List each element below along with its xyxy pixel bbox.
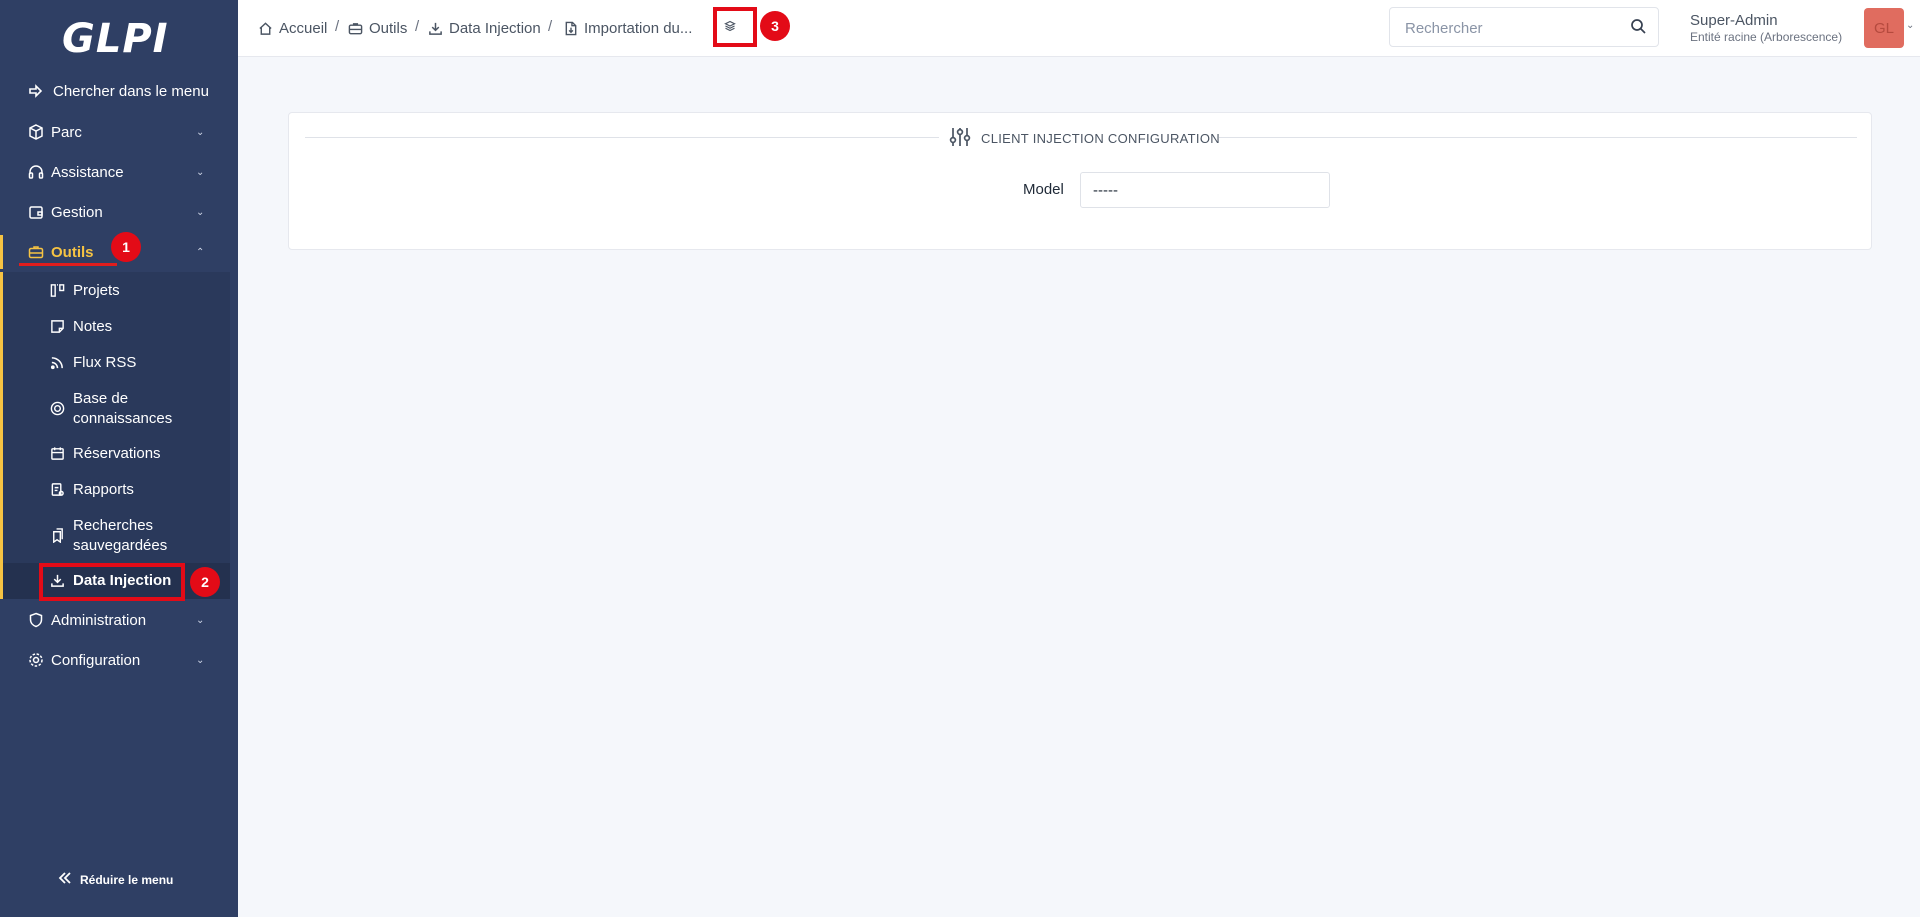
card-title-text: CLIENT INJECTION CONFIGURATION — [981, 130, 1220, 146]
divider-left — [305, 137, 939, 138]
note-icon — [48, 317, 66, 335]
wallet-icon — [27, 203, 45, 221]
submenu-item-label: Recherches sauvegardées — [73, 517, 168, 554]
breadcrumb-outils[interactable]: Outils — [348, 0, 407, 56]
sidebar-item-assistance[interactable]: Assistance ⌄ — [0, 155, 238, 189]
breadcrumb-label: Data Injection — [449, 19, 541, 37]
submenu-item-label: Flux RSS — [73, 354, 137, 371]
gear-icon — [27, 651, 45, 669]
shield-icon — [27, 611, 45, 629]
file-import-icon — [564, 21, 578, 36]
bookmarks-icon — [48, 526, 66, 544]
submenu-item-label: Projets — [73, 282, 120, 299]
submenu-item-base-connaissances[interactable]: Base de connaissances — [3, 389, 230, 433]
chevron-up-icon: ⌃ — [196, 246, 205, 258]
global-search[interactable] — [1389, 7, 1659, 48]
client-injection-config-card: CLIENT INJECTION CONFIGURATION Model ---… — [288, 112, 1872, 250]
report-icon — [48, 480, 66, 498]
submenu-item-flux-rss[interactable]: Flux RSS — [3, 353, 230, 387]
sidebar-item-label: Gestion — [51, 203, 103, 221]
model-select[interactable]: ----- — [1080, 172, 1330, 208]
menu-search-link[interactable]: Chercher dans le menu — [0, 74, 238, 108]
chevron-down-icon: ⌄ — [196, 126, 205, 138]
download-icon — [428, 21, 443, 36]
user-name[interactable]: Super-Admin — [1690, 12, 1778, 29]
rss-icon — [48, 353, 66, 371]
box-icon — [27, 123, 45, 141]
submenu-item-reservations[interactable]: Réservations — [3, 444, 230, 478]
double-chevron-left-icon — [58, 872, 72, 887]
sidebar-item-label: Outils — [51, 243, 94, 261]
breadcrumb-label: Accueil — [279, 19, 328, 37]
search-input[interactable] — [1390, 8, 1637, 48]
model-label: Model — [1023, 181, 1064, 198]
collapse-menu-button[interactable]: Réduire le menu — [58, 872, 173, 887]
annotation-box-data-injection — [39, 563, 185, 601]
sidebar-item-configuration[interactable]: Configuration ⌄ — [0, 643, 238, 677]
annotation-marker-3: 3 — [760, 11, 790, 41]
sidebar: GLPI Chercher dans le menu Parc ⌄ Assist… — [0, 0, 238, 917]
breadcrumb-data-injection[interactable]: Data Injection — [428, 0, 541, 56]
briefcase-icon — [27, 243, 45, 261]
chevron-down-icon: ⌄ — [196, 614, 205, 626]
submenu-item-label: Notes — [73, 318, 113, 335]
outils-submenu: Projets Notes Flux RSS Base de connaissa… — [0, 272, 233, 599]
collapse-menu-label: Réduire le menu — [80, 872, 174, 887]
submenu-item-notes[interactable]: Notes — [3, 317, 230, 351]
submenu-item-rapports[interactable]: Rapports — [3, 480, 230, 514]
home-icon — [258, 21, 273, 36]
avatar[interactable]: GL — [1864, 8, 1904, 48]
submenu-item-projets[interactable]: Projets — [3, 281, 230, 315]
lifebuoy-icon — [48, 399, 66, 417]
breadcrumb-accueil[interactable]: Accueil — [258, 0, 327, 56]
sidebar-item-label: Configuration — [51, 651, 141, 669]
divider-right — [1219, 137, 1857, 138]
breadcrumb-importation[interactable]: Importation du... — [564, 0, 692, 56]
glpi-logo[interactable]: GLPI — [62, 14, 172, 64]
user-entity[interactable]: Entité racine (Arborescence) — [1690, 30, 1842, 44]
sidebar-item-gestion[interactable]: Gestion ⌄ — [0, 195, 238, 229]
annotation-marker-1: 1 — [111, 232, 141, 262]
search-icon[interactable] — [1630, 18, 1646, 39]
submenu-item-recherches-sauvegardees[interactable]: Recherches sauvegardées — [3, 516, 230, 560]
sidebar-scrollbar[interactable] — [230, 0, 238, 917]
submenu-item-label: Réservations — [73, 445, 161, 462]
top-header: Accueil / Outils / Data Injection / Impo… — [238, 0, 1920, 57]
headset-icon — [27, 163, 45, 181]
arrow-right-to-bracket-icon — [27, 82, 45, 100]
breadcrumb-label: Outils — [369, 19, 408, 37]
chevron-down-icon[interactable]: ⌄ — [1906, 20, 1914, 31]
breadcrumb-label: Importation du... — [584, 19, 693, 37]
sidebar-item-parc[interactable]: Parc ⌄ — [0, 115, 238, 149]
annotation-underline — [19, 263, 117, 266]
card-title: CLIENT INJECTION CONFIGURATION — [949, 127, 1220, 149]
breadcrumb-separator: / — [415, 18, 420, 35]
sidebar-item-label: Parc — [51, 123, 82, 141]
chevron-down-icon: ⌄ — [196, 166, 205, 178]
submenu-item-label: Rapports — [73, 481, 134, 498]
kanban-icon — [48, 281, 66, 299]
sliders-icon — [949, 126, 971, 151]
sidebar-item-label: Assistance — [51, 163, 124, 181]
sidebar-item-administration[interactable]: Administration ⌄ — [0, 603, 238, 637]
breadcrumb-separator: / — [335, 18, 340, 35]
menu-search-label: Chercher dans le menu — [53, 82, 209, 100]
chevron-down-icon: ⌄ — [196, 206, 205, 218]
chevron-down-icon: ⌄ — [196, 654, 205, 666]
briefcase-icon — [348, 21, 363, 36]
calendar-icon — [48, 444, 66, 462]
submenu-item-label: Base de connaissances — [73, 390, 173, 427]
annotation-box-layers — [713, 7, 757, 47]
sidebar-item-label: Administration — [51, 611, 147, 629]
breadcrumb-separator: / — [548, 18, 553, 35]
annotation-marker-2: 2 — [190, 567, 220, 597]
